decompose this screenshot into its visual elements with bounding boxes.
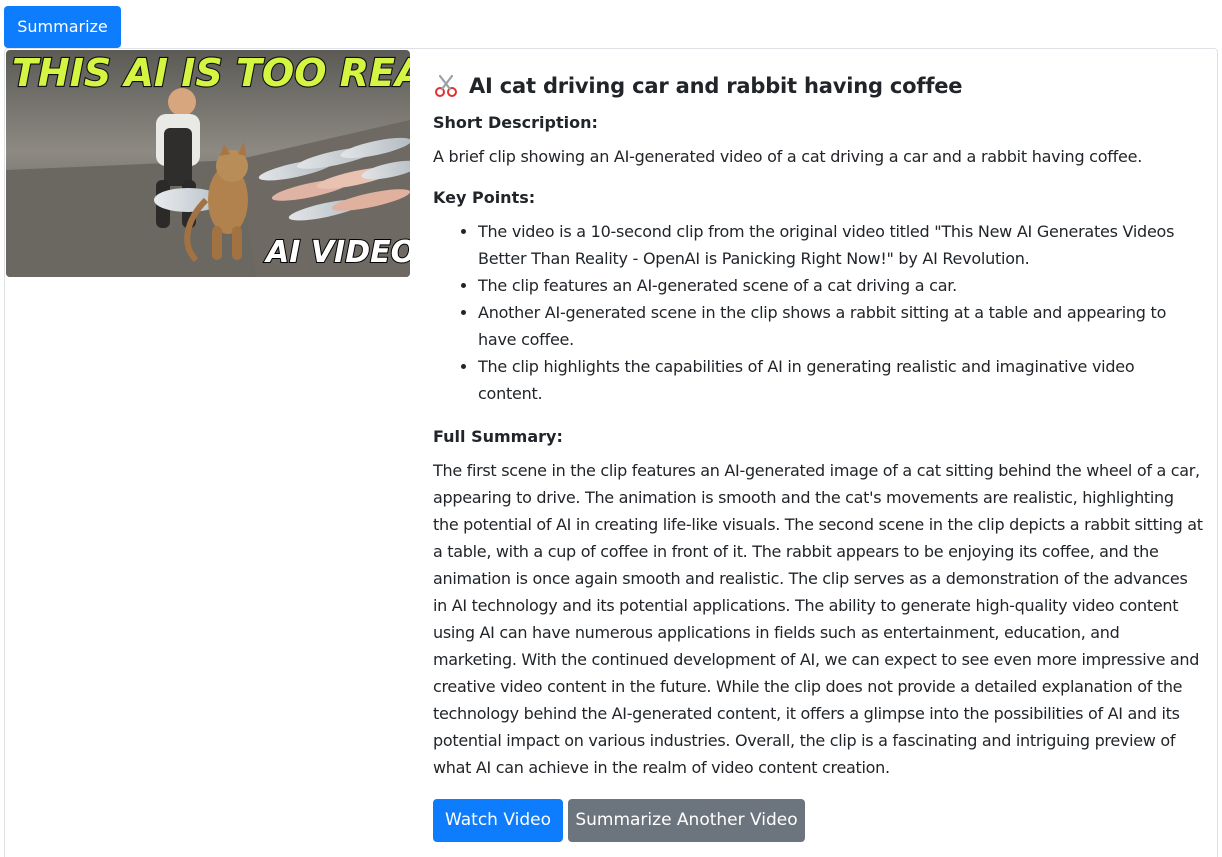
watch-video-button[interactable]: Watch Video bbox=[433, 799, 563, 842]
short-description-label: Short Description: bbox=[433, 113, 598, 132]
video-thumbnail[interactable]: THIS AI IS TOO REAL AI VIDEO bbox=[6, 50, 410, 277]
key-point-item: The video is a 10-second clip from the o… bbox=[478, 218, 1203, 272]
key-point-item: The clip highlights the capabilities of … bbox=[478, 353, 1203, 407]
summary-card: THIS AI IS TOO REAL AI VIDEO AI cat driv… bbox=[4, 48, 1218, 857]
summarize-button[interactable]: Summarize bbox=[4, 6, 121, 48]
short-description: A brief clip showing an AI-generated vid… bbox=[433, 147, 1143, 166]
thumbnail-headline: THIS AI IS TOO REAL bbox=[12, 51, 410, 95]
key-points-list: The video is a 10-second clip from the o… bbox=[433, 218, 1203, 407]
thumbnail-image: THIS AI IS TOO REAL AI VIDEO bbox=[6, 50, 410, 277]
summarize-another-video-button[interactable]: Summarize Another Video bbox=[568, 799, 805, 842]
thumbnail-badge: AI VIDEO bbox=[264, 235, 410, 270]
summary-content: AI cat driving car and rabbit having cof… bbox=[433, 69, 1203, 781]
scissors-icon bbox=[433, 73, 459, 99]
full-summary: The first scene in the clip features an … bbox=[433, 461, 1203, 777]
key-point-item: Another AI-generated scene in the clip s… bbox=[478, 299, 1203, 353]
full-summary-label: Full Summary: bbox=[433, 427, 563, 446]
title-row: AI cat driving car and rabbit having cof… bbox=[433, 69, 1203, 103]
page: Summarize THIS AI IS TOO REAL AI VIDEO A… bbox=[0, 0, 1222, 857]
key-points-label: Key Points: bbox=[433, 188, 536, 207]
action-buttons: Watch Video Summarize Another Video bbox=[433, 799, 805, 842]
video-title: AI cat driving car and rabbit having cof… bbox=[469, 74, 963, 98]
key-point-item: The clip features an AI-generated scene … bbox=[478, 272, 1203, 299]
